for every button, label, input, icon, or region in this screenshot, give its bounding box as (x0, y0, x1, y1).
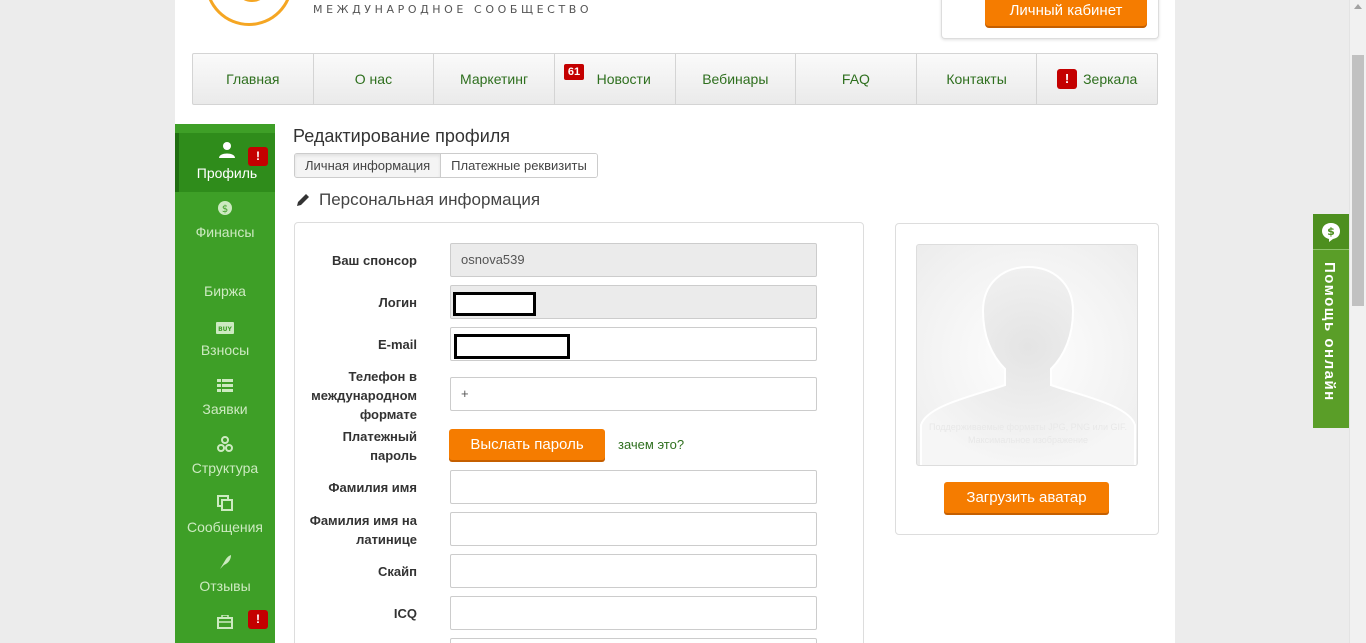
messages-icon (175, 495, 275, 517)
nav-item-faq[interactable]: FAQ (796, 54, 917, 104)
sidebar-item-label: Взносы (200, 342, 250, 358)
why-link[interactable]: зачем это? (618, 437, 684, 452)
phone-field[interactable]: + (450, 377, 817, 411)
sponsor-field: osnova539 (450, 243, 817, 277)
tab-payment-details[interactable]: Платежные реквизиты (441, 154, 597, 177)
fullname-latin-field[interactable] (450, 512, 817, 546)
nav-item-mirrors[interactable]: ! Зеркала (1037, 54, 1157, 104)
nav-item-contacts[interactable]: Контакты (917, 54, 1038, 104)
svg-text:BUY: BUY (218, 326, 232, 333)
payment-password-label: Платежный пароль (342, 429, 417, 463)
sidebar-item-profile[interactable]: Профиль ! (175, 133, 275, 192)
nav-item-about[interactable]: О нас (314, 54, 435, 104)
sidebar-item-label: Отзывы (199, 578, 251, 594)
pencil-icon (297, 194, 309, 206)
nav-item-marketing[interactable]: Маркетинг (434, 54, 555, 104)
avatar-image[interactable]: Поддерживаемые форматы JPG, PNG или GIF.… (916, 244, 1138, 466)
sidebar-item-label: Биржа (204, 283, 246, 299)
nav-item-label: Контакты (946, 71, 1007, 87)
exchange-icon (175, 259, 275, 281)
nav-item-label: Маркетинг (460, 71, 529, 87)
skype-label: Скайп (378, 564, 417, 579)
nav-item-label: Новости (596, 71, 651, 87)
coin-icon: $ (175, 200, 275, 222)
nav-item-label: Вебинары (702, 71, 769, 87)
sidebar-item-exchange[interactable]: Биржа (175, 251, 275, 310)
page-scrollbar[interactable] (1349, 0, 1366, 643)
login-label: Логин (378, 295, 417, 310)
send-password-button[interactable]: Выслать пароль (449, 429, 605, 460)
logo-subtitle: МЕЖДУНАРОДНОЕ СООБЩЕСТВО (313, 3, 593, 16)
next-field[interactable] (450, 638, 817, 643)
fullname-field[interactable] (450, 470, 817, 504)
feather-icon (175, 554, 275, 576)
scroll-up-arrow-icon[interactable] (1354, 4, 1362, 9)
sidebar-item-briefcase[interactable]: ! (175, 605, 275, 643)
fullname-label: Фамилия имя (328, 480, 417, 495)
sidebar-item-label: Профиль (196, 165, 258, 181)
nav-item-label: Зеркала (1083, 71, 1138, 87)
section-heading: Персональная информация (295, 190, 540, 210)
sidebar-item-label: Финансы (195, 224, 255, 240)
skype-field[interactable] (450, 554, 817, 588)
sidebar-item-label: Сообщения (187, 519, 263, 535)
sidebar-item-structure[interactable]: Структура (175, 428, 275, 487)
page-title: Редактирование профиля (293, 126, 511, 146)
upload-avatar-button[interactable]: Загрузить аватар (944, 482, 1109, 513)
structure-icon (175, 436, 275, 458)
help-online-tab[interactable]: $ Помощь онлайн (1313, 214, 1349, 428)
chat-bubble-icon: $ (1313, 214, 1349, 250)
nav-item-label: О нас (354, 71, 393, 87)
profile-tabs: Личная информация Платежные реквизиты (294, 153, 598, 178)
sidebar-item-fees[interactable]: BUY Взносы (175, 310, 275, 369)
profile-alert-badge: ! (248, 147, 268, 166)
news-count-badge: 61 (563, 64, 585, 80)
icq-field[interactable] (450, 596, 817, 630)
help-online-label: Помощь онлайн (1321, 262, 1338, 402)
sidebar-item-requests[interactable]: Заявки (175, 369, 275, 428)
section-title: Персональная информация (319, 190, 541, 209)
nav-item-home[interactable]: Главная (193, 54, 314, 104)
sidebar-item-label: Структура (191, 460, 259, 476)
sidebar-item-label: Заявки (202, 401, 248, 417)
scroll-thumb[interactable] (1352, 55, 1364, 306)
nav-item-webinars[interactable]: Вебинары (676, 54, 797, 104)
nav-item-label: Главная (226, 71, 280, 87)
icq-label: ICQ (393, 606, 417, 621)
sponsor-label: Ваш спонсор (331, 253, 417, 268)
svg-text:$: $ (1327, 225, 1335, 238)
avatar-format-note: Поддерживаемые форматы JPG, PNG или GIF.… (928, 422, 1127, 445)
personal-cabinet-button[interactable]: Личный кабинет (985, 0, 1147, 26)
login-redaction (453, 292, 536, 316)
mirrors-alert-badge: ! (1057, 69, 1078, 89)
sidebar: Профиль ! $ Финансы Биржа BUY Взносы Зая… (175, 124, 275, 643)
email-label: E-mail (377, 337, 417, 352)
email-redaction (454, 334, 570, 359)
nav-item-news[interactable]: 61 Новости (555, 54, 676, 104)
sidebar-item-messages[interactable]: Сообщения (175, 487, 275, 546)
phone-label: Телефон в международном формате (311, 369, 417, 422)
list-icon (175, 377, 275, 399)
buy-icon: BUY (175, 318, 275, 340)
sidebar-item-reviews[interactable]: Отзывы (175, 546, 275, 605)
sidebar-item-finance[interactable]: $ Финансы (175, 192, 275, 251)
svg-text:$: $ (222, 204, 228, 215)
fullname-latin-label: Фамилия имя на латинице (309, 513, 417, 547)
briefcase-alert-badge: ! (248, 610, 268, 629)
main-nav: Главная О нас Маркетинг 61 Новости Вебин… (192, 53, 1158, 105)
nav-item-label: FAQ (841, 71, 870, 87)
tab-personal-info[interactable]: Личная информация (295, 154, 442, 177)
